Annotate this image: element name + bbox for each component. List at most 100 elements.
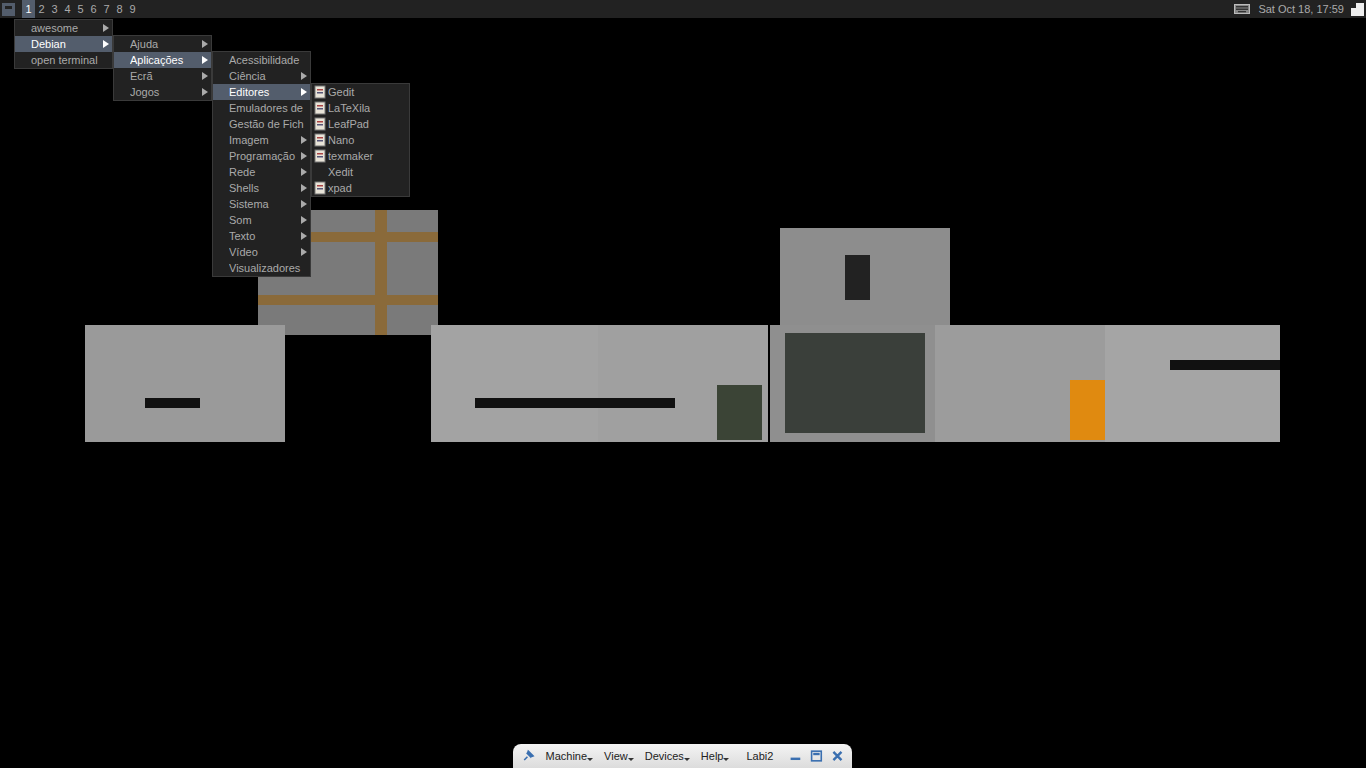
menu-item[interactable]: Jogos	[114, 84, 211, 100]
menu-item[interactable]: LeafPad	[312, 116, 409, 132]
vm-menu-list: Machine View Devices Help	[543, 744, 730, 768]
menu: awesomeDebianopen terminal	[14, 19, 113, 69]
layout-icon[interactable]	[1348, 0, 1366, 18]
machine-name: Labi2	[738, 744, 781, 768]
pin-icon[interactable]	[521, 747, 535, 765]
menu-item[interactable]: Nano	[312, 132, 409, 148]
menu-item-label: Ecrã	[130, 68, 200, 84]
menu-item[interactable]: LaTeXila	[312, 100, 409, 116]
dropdown-caret-icon	[723, 758, 729, 761]
minimize-icon[interactable]	[789, 748, 802, 764]
submenu-arrow-icon	[301, 184, 307, 192]
menu-item[interactable]: Sistema	[213, 196, 310, 212]
menu-item[interactable]: xpad	[312, 180, 409, 196]
menu-item-label: Aplicações	[130, 52, 200, 68]
menu-item-label: Nano	[328, 132, 406, 148]
submenu-arrow-icon	[103, 40, 109, 48]
menu-item-label: Editores	[229, 84, 299, 100]
menu-item[interactable]: Acessibilidade	[213, 52, 310, 68]
app-icon	[313, 117, 327, 131]
menu-item[interactable]: Ecrã	[114, 68, 211, 84]
menu-item[interactable]: Imagem	[213, 132, 310, 148]
submenu-arrow-icon	[301, 248, 307, 256]
awesome-logo-icon[interactable]	[0, 0, 18, 18]
dropdown-caret-icon	[684, 758, 690, 761]
vm-menu-label: Help	[701, 750, 724, 762]
tag[interactable]: 4	[61, 0, 74, 18]
submenu-arrow-icon	[301, 200, 307, 208]
dropdown-caret-icon	[628, 758, 634, 761]
menu-item[interactable]: Ajuda	[114, 36, 211, 52]
menu-item[interactable]: awesome	[15, 20, 112, 36]
tag[interactable]: 7	[100, 0, 113, 18]
submenu-arrow-icon	[301, 216, 307, 224]
tag[interactable]: 6	[87, 0, 100, 18]
app-icon	[313, 85, 327, 99]
submenu-arrow-icon	[301, 168, 307, 176]
menu-item-label: Rede	[229, 164, 299, 180]
menu-item[interactable]: Texto	[213, 228, 310, 244]
menu-item-label: LaTeXila	[328, 100, 406, 116]
close-icon[interactable]	[831, 748, 844, 764]
submenu-arrow-icon	[202, 56, 208, 64]
vm-menu-label: Devices	[645, 750, 684, 762]
menu-item[interactable]: Emuladores de	[213, 100, 310, 116]
menu-item[interactable]: Ciência	[213, 68, 310, 84]
menu-item-label: Emuladores de	[229, 100, 307, 116]
submenu-arrow-icon	[202, 40, 208, 48]
menu-item[interactable]: Xedit	[312, 164, 409, 180]
menu-item[interactable]: Gestão de Fich	[213, 116, 310, 132]
menu-item[interactable]: texmaker	[312, 148, 409, 164]
vm-menu-label: Machine	[545, 750, 587, 762]
tag[interactable]: 8	[113, 0, 126, 18]
menu-item-label: Texto	[229, 228, 299, 244]
menu-item[interactable]: Aplicações	[114, 52, 211, 68]
vm-menu[interactable]: Help	[699, 744, 731, 768]
vm-menu-label: View	[604, 750, 628, 762]
restore-icon[interactable]	[810, 748, 823, 764]
menu-item[interactable]: Som	[213, 212, 310, 228]
tag-list: 123456789	[22, 0, 139, 18]
keyboard-icon[interactable]	[1234, 4, 1250, 14]
menu-item[interactable]: Rede	[213, 164, 310, 180]
tag[interactable]: 9	[126, 0, 139, 18]
menu-item-label: Gestão de Fich	[229, 116, 307, 132]
menu-item[interactable]: Visualizadores	[213, 260, 310, 276]
app-icon	[313, 149, 327, 163]
submenu-arrow-icon	[301, 232, 307, 240]
menu-item-label: Jogos	[130, 84, 200, 100]
menu-item-label: Shells	[229, 180, 299, 196]
menu-item[interactable]: Debian	[15, 36, 112, 52]
menu-item[interactable]: Shells	[213, 180, 310, 196]
menu-item-label: Acessibilidade	[229, 52, 307, 68]
vm-menu[interactable]: Devices	[643, 744, 691, 768]
menu-item-label: Vídeo	[229, 244, 299, 260]
menu-item-label: Imagem	[229, 132, 299, 148]
clock[interactable]: Sat Oct 18, 17:59	[1254, 0, 1348, 18]
menu-item[interactable]: Gedit	[312, 84, 409, 100]
menu: AcessibilidadeCiênciaEditoresEmuladores …	[212, 51, 311, 277]
tag[interactable]: 3	[48, 0, 61, 18]
menu-item-label: Ajuda	[130, 36, 200, 52]
vm-toolbar: Machine View Devices Help Labi2	[513, 744, 852, 768]
tag[interactable]: 2	[35, 0, 48, 18]
dropdown-caret-icon	[587, 758, 593, 761]
menu-item[interactable]: Programação	[213, 148, 310, 164]
top-bar: 123456789 Sat Oct 18, 17:59	[0, 0, 1366, 18]
menu-item[interactable]: Editores	[213, 84, 310, 100]
menu: AjudaAplicaçõesEcrãJogos	[113, 35, 212, 101]
submenu-arrow-icon	[301, 136, 307, 144]
submenu-arrow-icon	[301, 72, 307, 80]
tag[interactable]: 1	[22, 0, 35, 18]
menu-item-label: open terminal	[31, 52, 109, 68]
vm-menu[interactable]: View	[602, 744, 635, 768]
submenu-arrow-icon	[202, 72, 208, 80]
tag[interactable]: 5	[74, 0, 87, 18]
menu-item[interactable]: open terminal	[15, 52, 112, 68]
menu: GeditLaTeXilaLeafPadNanotexmakerXeditxpa…	[311, 83, 410, 197]
menu-item-label: Ciência	[229, 68, 299, 84]
menu-item-label: awesome	[31, 20, 101, 36]
vm-menu[interactable]: Machine	[543, 744, 594, 768]
app-icon	[313, 101, 327, 115]
menu-item[interactable]: Vídeo	[213, 244, 310, 260]
